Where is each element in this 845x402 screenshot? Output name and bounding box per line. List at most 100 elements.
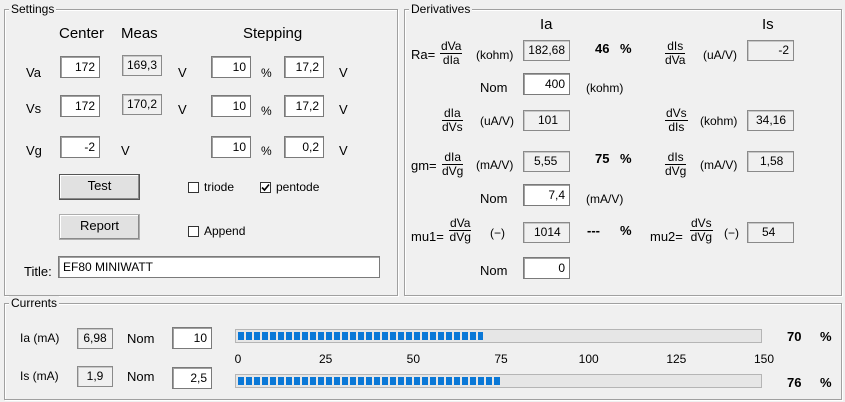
mu1-value: 1014 <box>523 222 570 243</box>
test-button[interactable]: Test <box>59 174 140 200</box>
dia-dvs-numerator: dIa <box>442 106 463 121</box>
is-nom-input[interactable]: 2,5 <box>172 367 212 389</box>
va-label: Va <box>26 65 41 80</box>
append-label: Append <box>204 224 246 238</box>
va-meas-readout: 169,3 <box>122 55 162 76</box>
ra-value: 182,68 <box>523 40 570 61</box>
dis-dvg-fraction: dIs dVg <box>665 151 687 178</box>
gm-nom-input[interactable]: 7,4 <box>523 184 570 206</box>
va-center-input[interactable]: 172 <box>60 56 100 78</box>
dia-dvs-unit: (uA/V) <box>480 114 515 128</box>
gm-fraction: dIa dVg <box>442 151 464 178</box>
vs-step-val-input[interactable]: 17,2 <box>284 95 324 117</box>
mu2-value: 54 <box>747 222 794 243</box>
report-button[interactable]: Report <box>59 214 140 240</box>
is-progress-bar <box>235 374 762 388</box>
ra-label: Ra= <box>411 47 436 62</box>
ia-percent: 70 <box>787 329 802 344</box>
ia-nom-label: Nom <box>127 331 155 346</box>
vs-step-unit: V <box>339 102 348 117</box>
ia-progress-fill <box>238 332 483 340</box>
stepping-header: Stepping <box>243 25 303 42</box>
ia-column-header: Ia <box>540 16 553 33</box>
ia-progress-bar <box>235 329 762 343</box>
dia-dvs-fraction: dIa dVs <box>442 107 463 134</box>
vg-center-input[interactable]: -2 <box>60 136 100 158</box>
va-step-unit: V <box>339 65 348 80</box>
center-header: Center <box>59 25 105 42</box>
dvs-dis-fraction: dVs dIs <box>665 107 688 134</box>
mu1-nom-input[interactable]: 0 <box>523 257 570 279</box>
va-step-pct-input[interactable]: 10 <box>211 56 251 78</box>
vs-step-pct-input[interactable]: 10 <box>211 95 251 117</box>
gm-value: 5,55 <box>523 151 570 172</box>
gm-unit: (mA/V) <box>476 158 514 172</box>
gm-percent: 75 <box>595 151 610 166</box>
ra-nom-input[interactable]: 400 <box>523 73 570 95</box>
mu1-fraction: dVa dVg <box>449 216 472 244</box>
scale-tick-label: 25 <box>318 352 333 366</box>
gm-percent-sign: % <box>620 151 632 166</box>
scale-tick-label: 125 <box>666 352 687 366</box>
is-percent-sign: % <box>820 375 832 390</box>
dvs-dis-numerator: dVs <box>665 106 688 121</box>
mu1-numerator: dVa <box>449 216 472 231</box>
scale-tick-label: 150 <box>753 352 775 366</box>
gm-nom-label: Nom <box>480 191 508 206</box>
title-label: Title: <box>24 264 52 279</box>
vs-center-input[interactable]: 172 <box>60 95 100 117</box>
triode-checkbox[interactable] <box>188 182 199 193</box>
dvs-dis-unit: (kohm) <box>700 114 738 128</box>
gm-label: gm= <box>411 158 437 173</box>
dis-dvg-value: 1,58 <box>747 151 794 172</box>
scale-tick-label: 75 <box>494 352 508 366</box>
dia-dvs-value: 101 <box>523 110 570 131</box>
ra-denominator: dIa <box>442 53 460 67</box>
mu1-denominator: dVg <box>449 230 471 244</box>
ra-fraction: dVa dIa <box>440 40 463 67</box>
vs-pct-sign: % <box>261 104 272 118</box>
is-label: Is (mA) <box>20 369 59 383</box>
triode-label: triode <box>204 180 235 194</box>
dvs-dis-value: 34,16 <box>747 110 794 131</box>
checkmark-icon <box>261 183 270 192</box>
ia-nom-input[interactable]: 10 <box>172 327 212 349</box>
ia-percent-sign: % <box>820 329 832 344</box>
meas-header: Meas <box>121 25 158 42</box>
append-checkbox[interactable] <box>188 226 199 237</box>
is-value: 1,9 <box>77 366 113 387</box>
is-percent: 76 <box>787 375 802 390</box>
dis-dvg-denominator: dVg <box>665 164 687 178</box>
mu1-label: mu1= <box>411 229 444 244</box>
is-nom-label: Nom <box>127 369 155 384</box>
va-step-val-input[interactable]: 17,2 <box>284 56 324 78</box>
ia-label: Ia (mA) <box>20 331 60 345</box>
va-pct-sign: % <box>261 66 272 80</box>
vg-step-val-input[interactable]: 0,2 <box>284 136 324 158</box>
is-column-header: Is <box>762 16 774 33</box>
vg-unit: V <box>121 143 130 158</box>
vs-meas-readout: 170,2 <box>122 94 162 115</box>
ra-unit: (kohm) <box>476 48 514 62</box>
dis-dvg-unit: (mA/V) <box>700 158 738 172</box>
dis-dva-fraction: dIs dVa <box>665 40 686 67</box>
title-input[interactable]: EF80 MINIWATT <box>58 256 380 278</box>
scale-tick-label: 0 <box>234 352 242 366</box>
pentode-checkbox[interactable] <box>260 182 271 193</box>
ra-nom-label: Nom <box>480 80 508 95</box>
dis-dva-numerator: dIs <box>665 40 686 54</box>
vg-step-pct-input[interactable]: 10 <box>211 136 251 158</box>
dis-dva-value: -2 <box>747 40 794 61</box>
mu2-denominator: dVg <box>690 230 713 244</box>
mu1-percent-sign: % <box>620 223 632 238</box>
mu2-unit: (−) <box>724 226 739 240</box>
dia-dvs-denominator: dVs <box>442 120 463 134</box>
mu2-fraction: dVs dVg <box>690 217 713 244</box>
scale-tick-label: 100 <box>578 352 599 366</box>
dis-dva-unit: (uA/V) <box>703 48 738 62</box>
dvs-dis-denominator: dIs <box>668 120 685 134</box>
vg-pct-sign: % <box>261 144 272 158</box>
ia-value: 6,98 <box>77 328 113 349</box>
ra-nom-unit: (kohm) <box>586 81 624 95</box>
vg-label: Vg <box>26 143 42 158</box>
